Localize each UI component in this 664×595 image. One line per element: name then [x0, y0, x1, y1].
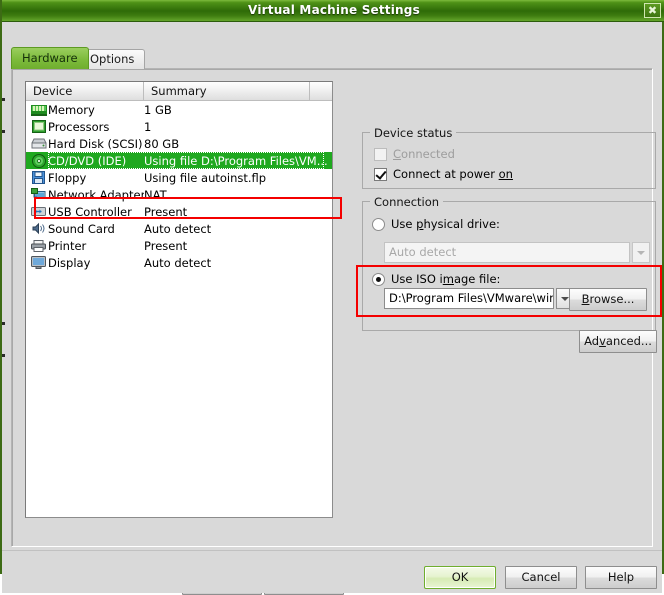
- device-name: Network Adapter: [48, 187, 144, 202]
- connected-label: Connected: [393, 147, 455, 161]
- close-icon[interactable]: ✖: [644, 3, 661, 18]
- iso-path-input[interactable]: D:\Program Files\VMware\window: [384, 288, 554, 309]
- device-name: USB Controller: [48, 204, 132, 219]
- column-header-extra[interactable]: [310, 82, 332, 101]
- use-iso-image-file-radio-row[interactable]: Use ISO image file:: [372, 272, 500, 286]
- connected-label-rest: onnected: [401, 147, 455, 161]
- processor-icon: [26, 119, 48, 135]
- device-name: Sound Card: [48, 221, 115, 236]
- device-name: CD/DVD (IDE): [48, 153, 127, 168]
- device-row-cd-dvd-ide[interactable]: CD/DVD (IDE) Using file D:\Program Files\…: [26, 152, 332, 169]
- connect-at-power-on-checkbox-row[interactable]: Connect at power on: [374, 167, 513, 181]
- title-bar[interactable]: Virtual Machine Settings ✖: [2, 0, 664, 22]
- advanced-button[interactable]: Advanced...: [579, 330, 657, 353]
- device-row-sound-card[interactable]: Sound Card Auto detect: [26, 220, 332, 237]
- tab-options[interactable]: Options: [79, 49, 146, 69]
- device-row-memory[interactable]: Memory 1 GB: [26, 101, 332, 118]
- ok-button[interactable]: OK: [424, 566, 496, 589]
- device-summary: 80 GB: [144, 136, 180, 151]
- device-summary: Auto detect: [144, 221, 212, 236]
- device-summary: 1 GB: [144, 102, 172, 117]
- connection-group-title: Connection: [370, 195, 444, 209]
- device-name: Floppy: [48, 170, 87, 185]
- device-row-display[interactable]: Display Auto detect: [26, 254, 332, 271]
- device-name: Processors: [48, 119, 110, 134]
- device-row-floppy[interactable]: Floppy Using file autoinst.flp: [26, 169, 332, 186]
- usb-controller-icon: [26, 204, 48, 220]
- device-status-group-title: Device status: [370, 126, 457, 140]
- browse-button[interactable]: Browse...: [569, 288, 647, 311]
- device-list-header: Device Summary: [26, 82, 332, 101]
- memory-icon: [26, 102, 48, 118]
- use-physical-drive-radio-row[interactable]: Use physical drive:: [372, 217, 500, 231]
- chevron-down-icon: [632, 242, 650, 263]
- device-summary: Using file D:\Program Files\VM...: [144, 153, 328, 168]
- use-physical-drive-radio[interactable]: [372, 217, 385, 231]
- device-row-network-adapter[interactable]: Network Adapter NAT: [26, 186, 332, 203]
- device-row-hard-disk-scsi[interactable]: Hard Disk (SCSI) 80 GB: [26, 135, 332, 152]
- tab-strip: Hardware Options: [11, 47, 653, 69]
- cancel-button[interactable]: Cancel: [505, 566, 577, 589]
- iso-path-combobox[interactable]: D:\Program Files\VMware\window: [384, 288, 574, 309]
- virtual-machine-settings-window: Virtual Machine Settings ✖ Hardware Opti…: [0, 0, 664, 595]
- hard-disk-icon: [26, 136, 48, 152]
- help-button[interactable]: Help: [585, 566, 657, 589]
- connect-at-power-on-label: Connect at power on: [393, 167, 513, 181]
- cd-dvd-icon: [26, 153, 48, 169]
- screen-edge-mark: [2, 322, 5, 325]
- device-name: Printer: [48, 238, 87, 253]
- printer-icon: [26, 238, 48, 254]
- column-header-summary[interactable]: Summary: [144, 82, 310, 101]
- network-adapter-icon: [26, 187, 48, 203]
- device-summary: 1: [144, 119, 152, 134]
- physical-drive-combobox[interactable]: Auto detect: [384, 242, 650, 263]
- use-iso-image-file-radio[interactable]: [372, 272, 385, 286]
- screen-edge-mark: [2, 354, 5, 357]
- connected-checkbox-row[interactable]: Connected: [374, 147, 455, 161]
- sound-card-icon: [26, 221, 48, 237]
- device-summary: Auto detect: [144, 255, 212, 270]
- device-list-rows: Memory 1 GB Processors 1 Hard Disk (SCSI) 80 …: [26, 101, 332, 517]
- device-name: Memory: [48, 102, 95, 117]
- use-physical-drive-label: Use physical drive:: [391, 217, 500, 231]
- column-header-device[interactable]: Device: [26, 82, 144, 101]
- device-summary: Present: [144, 204, 188, 219]
- screen-edge-mark: [2, 130, 5, 133]
- floppy-icon: [26, 170, 48, 186]
- device-summary: Present: [144, 238, 188, 253]
- dialog-client-area: Hardware Options Device Summary Memory 1 …: [2, 22, 662, 595]
- hardware-tab-panel: Device Summary Memory 1 GB Processors 1 Hard…: [11, 68, 662, 595]
- connected-checkbox[interactable]: [374, 147, 387, 161]
- device-name: Display: [48, 255, 91, 270]
- device-summary: Using file autoinst.flp: [144, 170, 267, 185]
- display-icon: [26, 255, 48, 271]
- use-iso-image-file-label: Use ISO image file:: [391, 272, 501, 286]
- connect-at-power-on-checkbox[interactable]: [374, 167, 387, 181]
- device-name: Hard Disk (SCSI): [48, 136, 143, 151]
- screen-edge-mark: [2, 98, 5, 101]
- device-row-processors[interactable]: Processors 1: [26, 118, 332, 135]
- physical-drive-value: Auto detect: [384, 242, 630, 263]
- device-row-usb-controller[interactable]: USB Controller Present: [26, 203, 332, 220]
- device-row-printer[interactable]: Printer Present: [26, 237, 332, 254]
- window-title: Virtual Machine Settings: [248, 3, 420, 17]
- tab-hardware[interactable]: Hardware: [11, 47, 89, 69]
- device-list[interactable]: Device Summary Memory 1 GB Processors 1 Hard…: [25, 81, 333, 518]
- device-summary: NAT: [144, 187, 167, 202]
